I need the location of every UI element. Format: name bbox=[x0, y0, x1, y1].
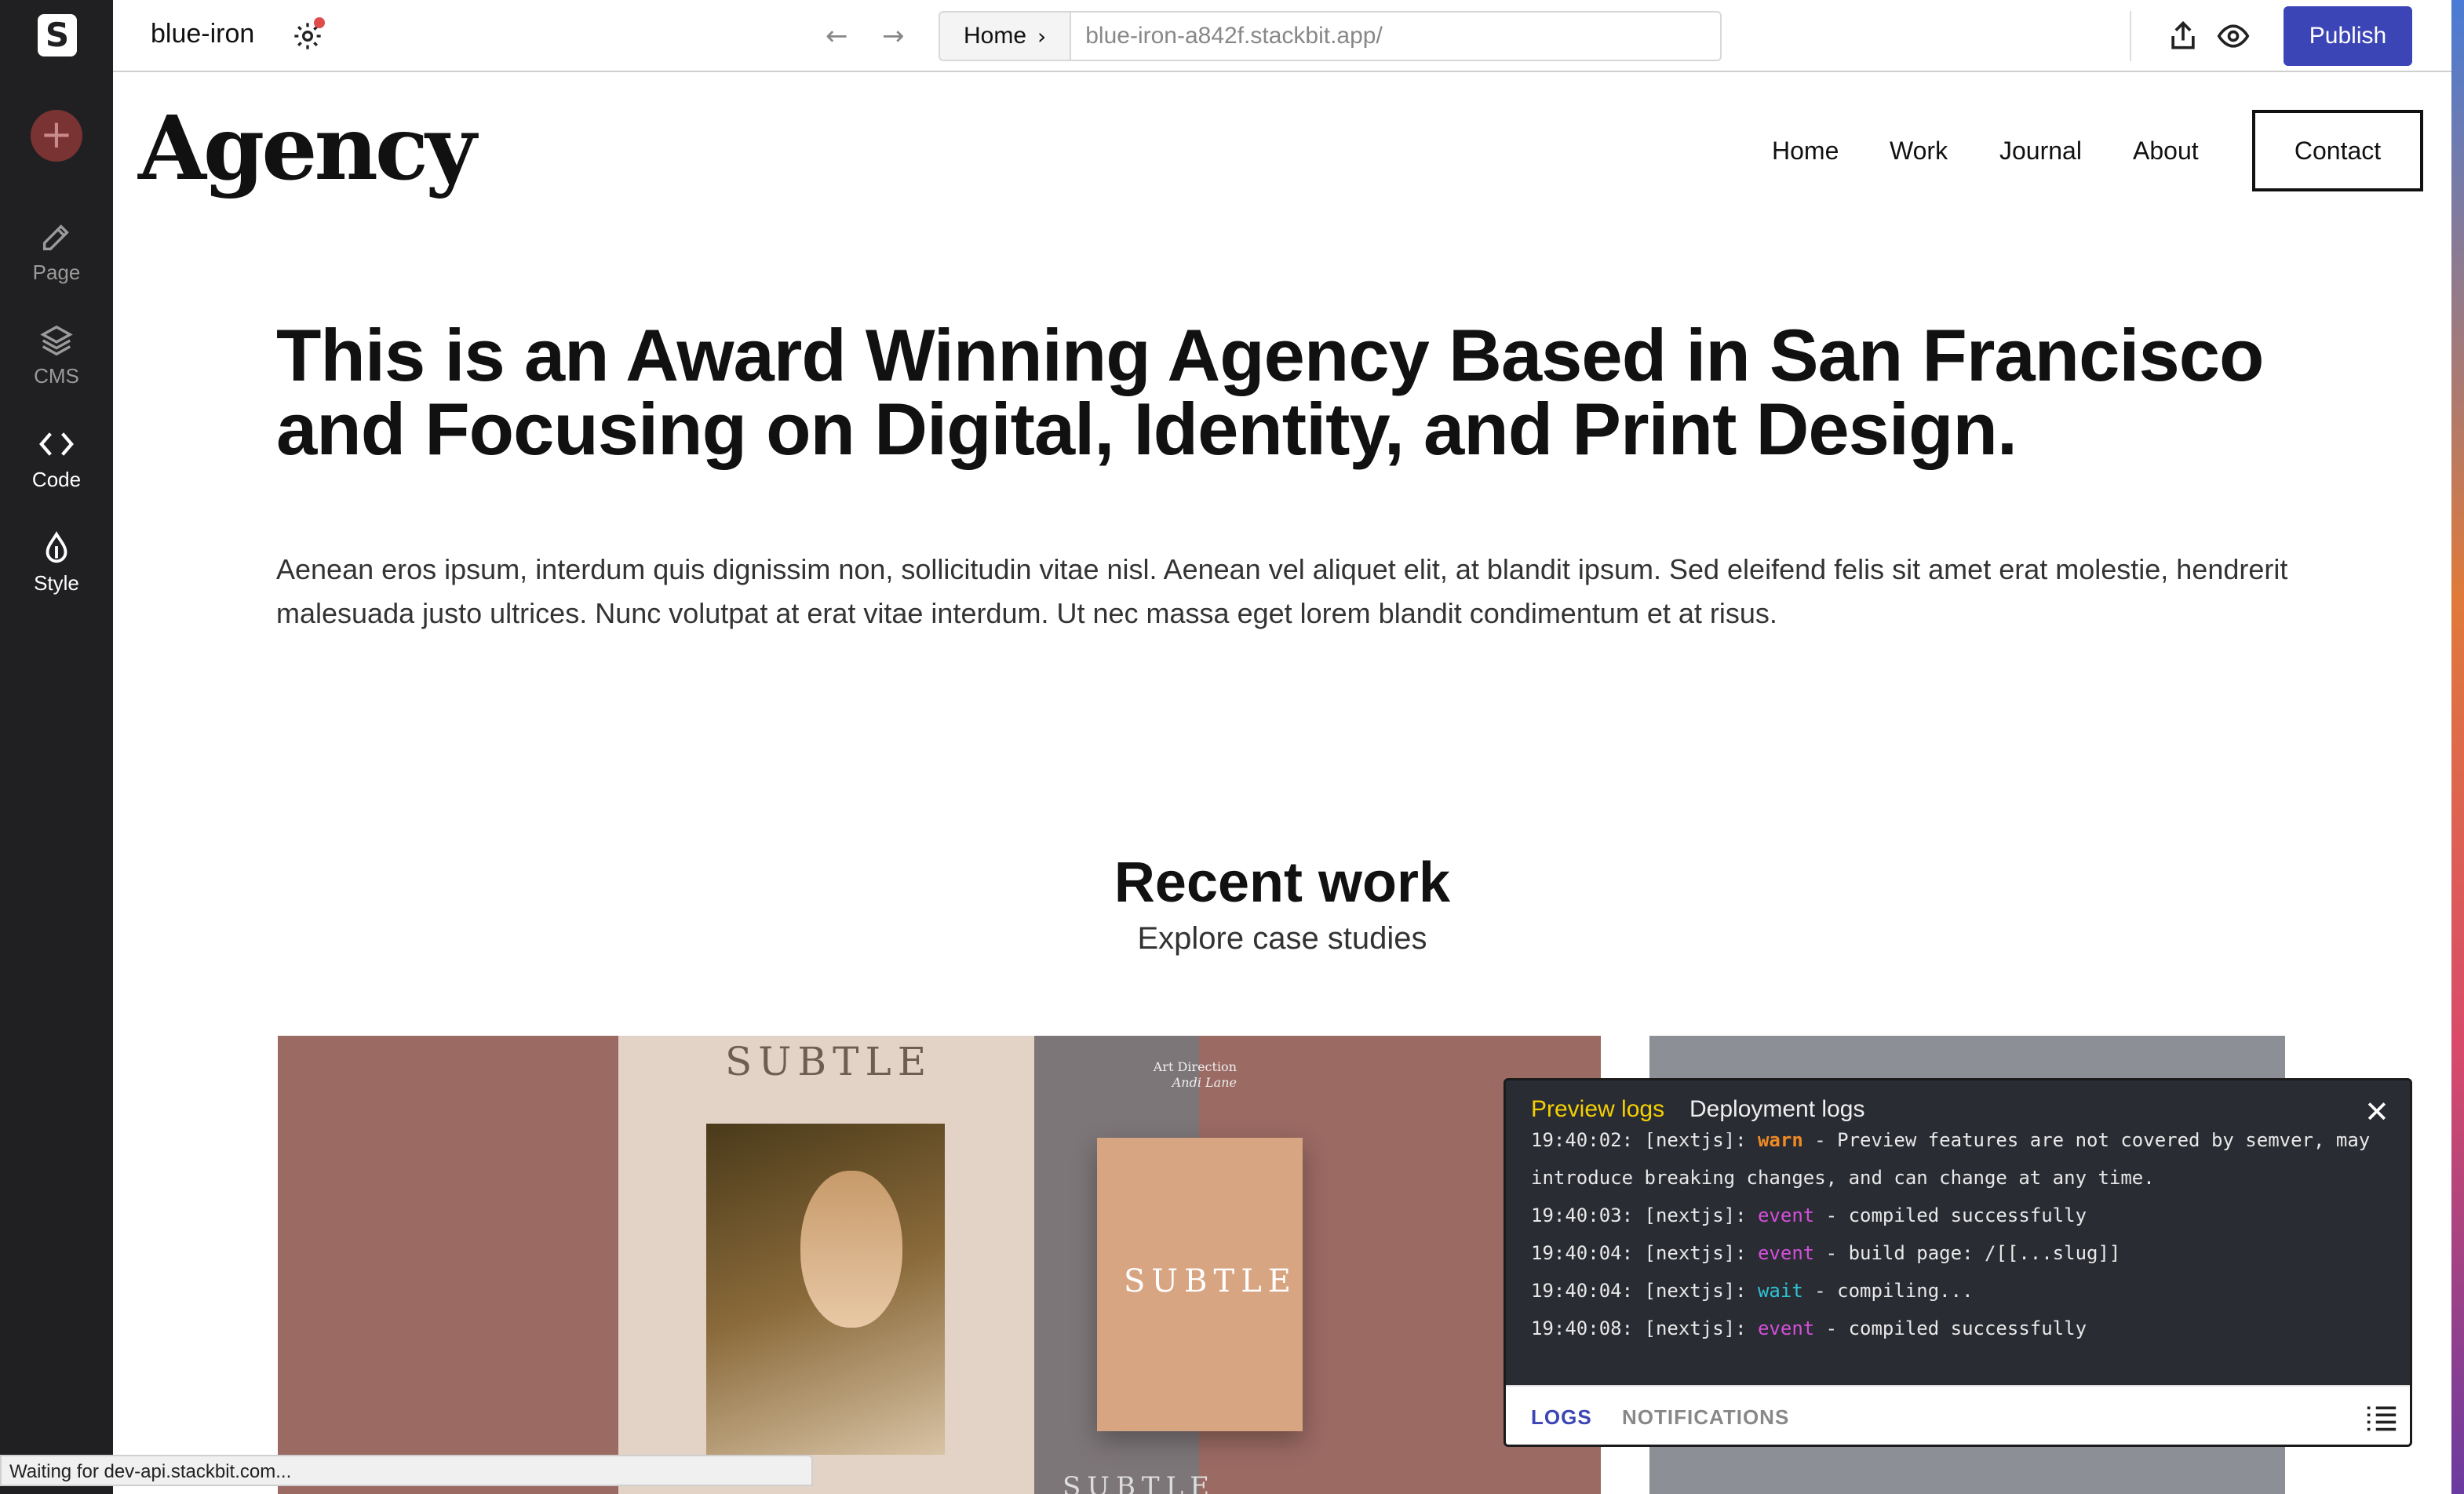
log-line: 19:40:08: [nextjs]: event - compiled suc… bbox=[1531, 1310, 2385, 1347]
log-line: 19:40:02: [nextjs]: warn - Preview featu… bbox=[1531, 1132, 2385, 1159]
share-icon[interactable] bbox=[2166, 19, 2200, 53]
log-output[interactable]: 19:40:02: [nextjs]: warn - Preview featu… bbox=[1506, 1132, 2410, 1382]
logo-letter: S bbox=[45, 16, 70, 54]
eye-icon[interactable] bbox=[2216, 19, 2251, 53]
log-kind-event: event bbox=[1757, 1204, 1815, 1226]
list-icon[interactable] bbox=[2364, 1402, 2399, 1434]
drop-icon bbox=[0, 524, 113, 571]
sidebar-item-cms[interactable]: CMS bbox=[0, 317, 113, 388]
nav-about[interactable]: About bbox=[2133, 137, 2199, 166]
log-time: 19:40:04: [nextjs]: bbox=[1531, 1242, 1758, 1264]
back-arrow-icon[interactable]: ← bbox=[826, 20, 848, 52]
log-message: - build page: /[[...slug]] bbox=[1814, 1242, 2121, 1264]
url-bar[interactable]: Home › blue-iron-a842f.stackbit.app/ bbox=[939, 11, 1722, 61]
nav-work[interactable]: Work bbox=[1890, 137, 1948, 166]
recent-work-subtitle: Explore case studies bbox=[1137, 921, 1427, 956]
portrait-face bbox=[800, 1171, 902, 1328]
log-line: 19:40:03: [nextjs]: event - compiled suc… bbox=[1531, 1197, 2385, 1234]
portrait-image bbox=[706, 1124, 945, 1455]
card-text-subtle-bottom: SUBTLE bbox=[1063, 1471, 1216, 1494]
sidebar-label-cms: CMS bbox=[34, 364, 79, 388]
code-icon bbox=[0, 421, 113, 468]
log-time: 19:40:03: [nextjs]: bbox=[1531, 1204, 1758, 1226]
hero-title: This is an Award Winning Agency Based in… bbox=[276, 314, 2264, 470]
card-text-subtle-top: SUBTLE bbox=[725, 1039, 933, 1084]
site-name: blue-iron bbox=[151, 19, 255, 49]
toolbar-divider bbox=[2130, 11, 2131, 61]
notification-dot bbox=[314, 17, 325, 28]
hero-text: Aenean eros ipsum, interdum quis digniss… bbox=[276, 553, 2288, 629]
log-line: introduce breaking changes, and can chan… bbox=[1531, 1159, 2385, 1197]
log-message: - Preview features are not covered by se… bbox=[1802, 1132, 2371, 1151]
chevron-right-icon: › bbox=[1037, 23, 1047, 49]
add-button[interactable]: + bbox=[31, 110, 82, 162]
tab-preview-logs[interactable]: Preview logs bbox=[1531, 1096, 1664, 1123]
sidebar-label-code: Code bbox=[31, 468, 82, 491]
layers-icon bbox=[0, 317, 113, 364]
log-time: 19:40:04: [nextjs]: bbox=[1531, 1280, 1758, 1302]
log-kind-wait: wait bbox=[1757, 1280, 1803, 1302]
sidebar-item-page[interactable]: Page bbox=[0, 213, 113, 285]
sidebar-item-code[interactable]: Code bbox=[0, 421, 113, 492]
logs-footer: LOGS NOTIFICATIONS bbox=[1506, 1385, 2410, 1445]
log-line: 19:40:04: [nextjs]: event - build page: … bbox=[1531, 1234, 2385, 1272]
log-time: 19:40:02: [nextjs]: bbox=[1531, 1132, 1758, 1151]
card-credit-name: Andi Lane bbox=[1172, 1075, 1237, 1090]
app-sidebar: S + Page CMS Code Style bbox=[0, 0, 113, 1494]
log-time: 19:40:08: [nextjs]: bbox=[1531, 1317, 1758, 1339]
url-breadcrumb-label: Home bbox=[964, 23, 1027, 49]
logs-tabs: Preview logs Deployment logs ✕ bbox=[1506, 1080, 2410, 1140]
tab-logs[interactable]: LOGS bbox=[1531, 1405, 1592, 1430]
log-kind-event: event bbox=[1757, 1242, 1815, 1264]
log-message: - compiling... bbox=[1802, 1280, 1974, 1302]
card-text-subtle-book: SUBTLE bbox=[1124, 1263, 1297, 1299]
log-kind-event: event bbox=[1757, 1317, 1815, 1339]
log-message: introduce breaking changes, and can chan… bbox=[1531, 1167, 2155, 1189]
logs-panel: Preview logs Deployment logs ✕ 19:40:02:… bbox=[1504, 1078, 2412, 1447]
log-message: - compiled successfully bbox=[1814, 1204, 2087, 1226]
site-logo[interactable]: Agency bbox=[138, 97, 476, 200]
desktop-wallpaper-edge bbox=[2451, 0, 2464, 1494]
tab-deployment-logs[interactable]: Deployment logs bbox=[1689, 1096, 1864, 1123]
publish-button[interactable]: Publish bbox=[2284, 6, 2412, 66]
url-text[interactable]: blue-iron-a842f.stackbit.app/ bbox=[1071, 23, 1383, 49]
log-message: - compiled successfully bbox=[1814, 1317, 2087, 1339]
log-line: 19:40:04: [nextjs]: wait - compiling... bbox=[1531, 1272, 2385, 1310]
sidebar-item-style[interactable]: Style bbox=[0, 524, 113, 596]
nav-journal[interactable]: Journal bbox=[1999, 137, 2082, 166]
sidebar-label-page: Page bbox=[32, 261, 81, 284]
stackbit-logo[interactable]: S bbox=[38, 14, 77, 56]
forward-arrow-icon[interactable]: → bbox=[882, 20, 905, 52]
nav-home[interactable]: Home bbox=[1772, 137, 1839, 166]
log-kind-warn: warn bbox=[1757, 1132, 1803, 1151]
tab-notifications[interactable]: NOTIFICATIONS bbox=[1622, 1405, 1789, 1430]
recent-work-title: Recent work bbox=[1114, 851, 1451, 914]
close-icon[interactable]: ✕ bbox=[2364, 1095, 2389, 1129]
browser-status-bar: Waiting for dev-api.stackbit.com... bbox=[0, 1455, 813, 1486]
contact-button[interactable]: Contact bbox=[2252, 110, 2423, 191]
case-study-card[interactable]: SUBTLE Art Direction Andi Lane SUBTLE SU… bbox=[278, 1036, 1601, 1494]
card-credit-title: Art Direction bbox=[1153, 1059, 1237, 1074]
url-breadcrumb[interactable]: Home › bbox=[940, 13, 1072, 60]
pencil-icon bbox=[0, 213, 113, 261]
top-toolbar: blue-iron ← → Home › blue-iron-a842f.sta… bbox=[113, 0, 2451, 72]
sidebar-label-style: Style bbox=[34, 571, 79, 595]
